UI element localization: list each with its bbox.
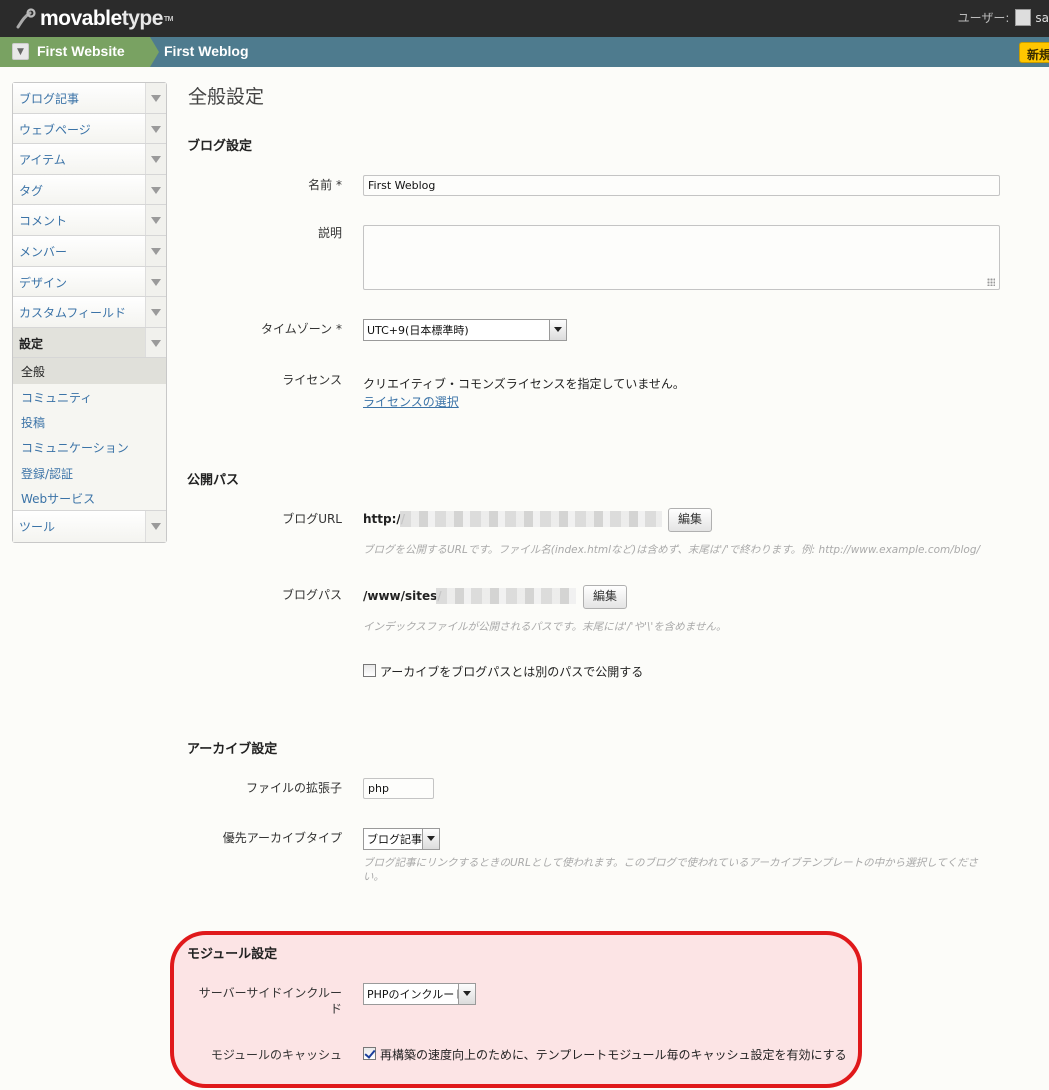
preferred-archive-hint-line-1: ブログ記事にリンクするときのURLとして使われます。このブログで使われているアー… [363, 857, 979, 869]
section-title-module-settings: モジュール設定 [187, 947, 278, 962]
sidebar-item-settings[interactable]: 設定 [13, 327, 166, 359]
chevron-down-icon[interactable] [145, 174, 166, 205]
sidebar-item-pages[interactable]: ウェブページ [13, 113, 166, 145]
user-name[interactable]: sa [1035, 11, 1049, 25]
sidebar-item-members[interactable]: メンバー [13, 235, 166, 267]
blog-url-prefix: http:// [363, 512, 406, 526]
edit-url-button[interactable]: 編集 [668, 508, 712, 532]
timezone-value: UTC+9(日本標準時) [367, 324, 469, 337]
redacted-path-block [436, 588, 576, 604]
chevron-down-icon[interactable] [145, 266, 166, 297]
top-header: movable type TM ユーザー: sa [0, 0, 1049, 37]
preferred-archive-value: ブログ記事 [367, 833, 422, 846]
user-avatar [1015, 9, 1032, 26]
sidebar-item-custom-fields[interactable]: カスタムフィールド [13, 297, 166, 328]
file-extension-field[interactable]: php [363, 778, 434, 799]
ssi-label-line-1: サーバーサイドインクルー [198, 986, 342, 1000]
new-button[interactable]: 新規 [1019, 42, 1049, 63]
blog-url-hint: ブログを公開するURLです。ファイル名(index.htmlなど)は含めず、末尾… [363, 544, 981, 556]
user-menu[interactable]: ユーザー: sa [958, 9, 1049, 26]
chevron-down-icon[interactable] [145, 297, 166, 327]
sidebar-item-label[interactable]: タグ [19, 182, 43, 199]
chevron-down-icon[interactable] [145, 205, 166, 235]
scope-selector-chevron-down-icon[interactable]: ▼ [12, 43, 29, 60]
breadcrumb-blog-label[interactable]: First Weblog [164, 43, 249, 59]
logo-tm: TM [163, 15, 174, 23]
chevron-down-icon[interactable] [145, 511, 166, 542]
submenu-item-community[interactable]: コミュニティ [13, 384, 166, 409]
breadcrumb-website[interactable]: ▼ First Website [0, 37, 159, 67]
settings-submenu: 全般 コミュニティ 投稿 コミュニケーション 登録/認証 Webサービス [13, 358, 166, 512]
user-label: ユーザー: [957, 11, 1010, 25]
chevron-down-icon[interactable] [145, 83, 166, 113]
chevron-down-icon[interactable] [145, 327, 166, 358]
chevron-down-icon[interactable] [145, 113, 166, 144]
sidebar-item-comments[interactable]: コメント [13, 205, 166, 236]
sidebar-item-label[interactable]: 設定 [19, 335, 43, 352]
movabletype-logo-icon [16, 8, 36, 29]
name-label: 名前 * [308, 178, 342, 192]
name-field[interactable]: First Weblog [363, 175, 1000, 196]
license-status-text: クリエイティブ・コモンズライセンスを指定していません。 [363, 377, 685, 391]
breadcrumb-website-label[interactable]: First Website [37, 43, 125, 59]
chevron-down-icon[interactable] [549, 320, 566, 340]
resize-grip-icon[interactable] [987, 278, 995, 286]
sidebar-item-label[interactable]: デザイン [19, 274, 67, 291]
sidebar-item-label[interactable]: ウェブページ [19, 121, 91, 138]
submenu-item-communication[interactable]: コミュニケーション [13, 434, 166, 459]
description-textarea[interactable] [363, 225, 1000, 290]
chevron-down-icon[interactable] [458, 984, 475, 1004]
module-cache-checkbox-label[interactable]: 再構築の速度向上のために、テンプレートモジュール毎のキャッシュ設定を有効にする [380, 1046, 847, 1063]
chevron-down-icon[interactable] [145, 235, 166, 266]
sidebar-item-label[interactable]: メンバー [19, 243, 67, 260]
module-cache-label: モジュールのキャッシュ [210, 1048, 342, 1062]
section-title-blog-settings: ブログ設定 [187, 139, 253, 154]
page-title: 全般設定 [188, 86, 265, 108]
sidebar-item-label[interactable]: カスタムフィールド [19, 304, 126, 321]
sidebar-item-label[interactable]: コメント [19, 212, 67, 229]
sidebar-item-label[interactable]: ブログ記事 [19, 90, 79, 107]
sidebar-menu: ブログ記事 ウェブページ アイテム タグ コメント メンバー デザイン カスタム… [12, 82, 167, 543]
blog-url-label: ブログURL [282, 512, 342, 526]
license-select-link[interactable]: ライセンスの選択 [363, 393, 459, 410]
submenu-item-general[interactable]: 全般 [13, 358, 166, 384]
preferred-archive-hint-line-2: い。 [363, 871, 384, 883]
timezone-select[interactable]: UTC+9(日本標準時) [363, 319, 567, 341]
file-extension-label: ファイルの拡張子 [245, 781, 342, 795]
module-cache-checkbox[interactable] [363, 1047, 376, 1060]
logo-text-type: type [121, 7, 164, 30]
archive-path-checkbox[interactable] [363, 664, 376, 677]
blog-path-label: ブログパス [281, 588, 342, 602]
breadcrumb: ▼ First Website First Weblog [0, 37, 1049, 67]
sidebar-item-assets[interactable]: アイテム [13, 144, 166, 175]
edit-path-button[interactable]: 編集 [583, 585, 627, 609]
sidebar-item-design[interactable]: デザイン [13, 266, 166, 298]
ssi-value: PHPのインクルード [367, 988, 466, 1001]
sidebar-item-label[interactable]: ツール [19, 518, 55, 535]
submenu-item-entry[interactable]: 投稿 [13, 409, 166, 434]
ssi-label-line-2: ド [329, 1002, 342, 1016]
license-label: ライセンス [282, 373, 342, 387]
movabletype-logo[interactable]: movable type TM [14, 6, 174, 32]
redacted-url-block [400, 511, 662, 527]
blog-path-hint: インデックスファイルが公開されるパスです。末尾には'/'や'\'を含めません。 [363, 621, 727, 633]
sidebar-item-tools[interactable]: ツール [13, 511, 166, 542]
preferred-archive-select[interactable]: ブログ記事 [363, 828, 440, 850]
sidebar-item-entries[interactable]: ブログ記事 [13, 83, 166, 114]
preferred-archive-label: 優先アーカイブタイプ [222, 831, 342, 845]
ssi-select[interactable]: PHPのインクルード [363, 983, 476, 1005]
sidebar-item-tags[interactable]: タグ [13, 174, 166, 206]
section-title-publish-paths: 公開パス [187, 473, 240, 488]
archive-path-checkbox-label[interactable]: アーカイブをブログパスとは別のパスで公開する [380, 663, 643, 680]
chevron-down-icon[interactable] [145, 144, 166, 174]
section-title-archive-settings: アーカイブ設定 [187, 742, 278, 757]
chevron-down-icon[interactable] [422, 829, 439, 849]
timezone-label: タイムゾーン * [261, 322, 342, 336]
sidebar-item-label[interactable]: アイテム [19, 151, 66, 168]
description-label: 説明 [317, 226, 342, 240]
logo-text-movable: movable [40, 7, 122, 30]
submenu-item-web-services[interactable]: Webサービス [13, 485, 166, 510]
submenu-item-registration[interactable]: 登録/認証 [13, 460, 166, 485]
blog-path-prefix: /www/sites/ [363, 589, 442, 603]
